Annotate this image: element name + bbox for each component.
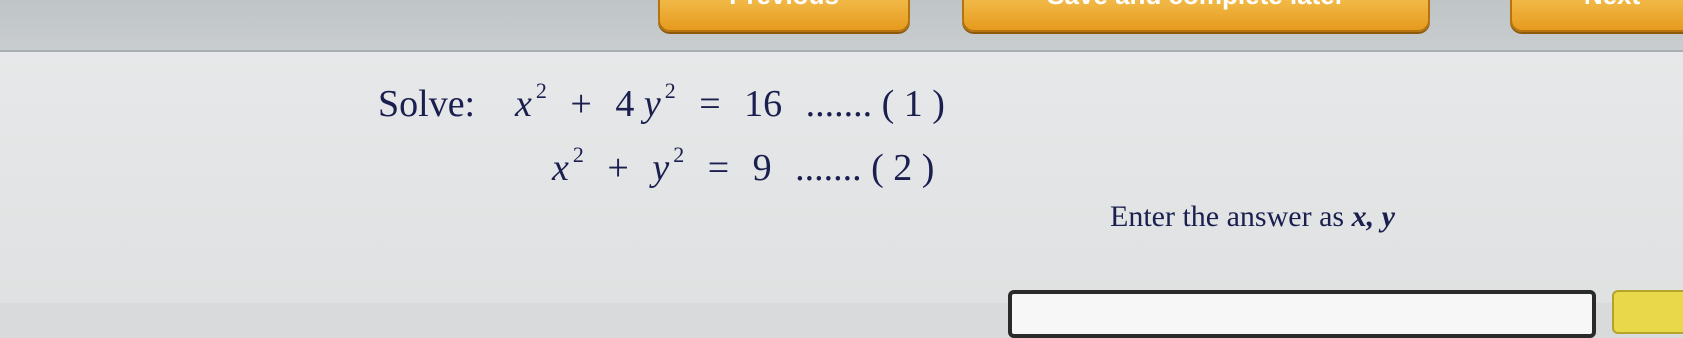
equation-1: x2 + 4 y2 = 16 ....... ( 1 ) [515, 78, 945, 126]
eq2-term-x: x [552, 147, 569, 189]
eq1-rhs: 16 [744, 83, 783, 125]
submit-button[interactable] [1612, 290, 1683, 334]
save-button-label: Save and complete later [1047, 0, 1345, 10]
instruction-text: Enter the answer as [1110, 200, 1352, 233]
next-button[interactable]: Next [1510, 0, 1683, 32]
eq2-plus: + [607, 147, 629, 189]
previous-button[interactable]: Previous [658, 0, 910, 32]
equation-2: x2 + y2 = 9 ....... ( 2 ) [552, 142, 935, 190]
solve-label: Solve: [378, 83, 476, 125]
answer-input[interactable] [1008, 290, 1596, 338]
eq2-term-y: y [652, 147, 670, 189]
eq1-dots: ....... [805, 83, 873, 125]
eq1-tag: ( 1 ) [881, 83, 945, 125]
eq2-exp-x: 2 [572, 142, 584, 168]
eq1-term-y: y [643, 83, 661, 125]
eq2-tag: ( 2 ) [871, 147, 935, 189]
eq1-coef-y: 4 [615, 83, 635, 125]
instruction-format: x, y [1351, 200, 1395, 233]
eq1-term-x: x [515, 83, 532, 125]
toolbar: Previous Save and complete later Next [0, 0, 1683, 52]
eq1-equals: = [699, 83, 721, 125]
eq2-equals: = [707, 147, 730, 189]
eq1-exp-x: 2 [535, 78, 547, 104]
eq2-rhs: 9 [752, 147, 772, 189]
eq2-exp-y: 2 [673, 142, 685, 168]
answer-instruction: Enter the answer as x, y [1110, 200, 1395, 234]
eq2-dots: ....... [795, 147, 862, 189]
previous-button-label: Previous [729, 0, 839, 10]
eq1-exp-y: 2 [664, 78, 676, 104]
eq1-plus: + [570, 83, 592, 125]
next-button-label: Next [1584, 0, 1640, 10]
save-and-complete-later-button[interactable]: Save and complete later [962, 0, 1430, 32]
